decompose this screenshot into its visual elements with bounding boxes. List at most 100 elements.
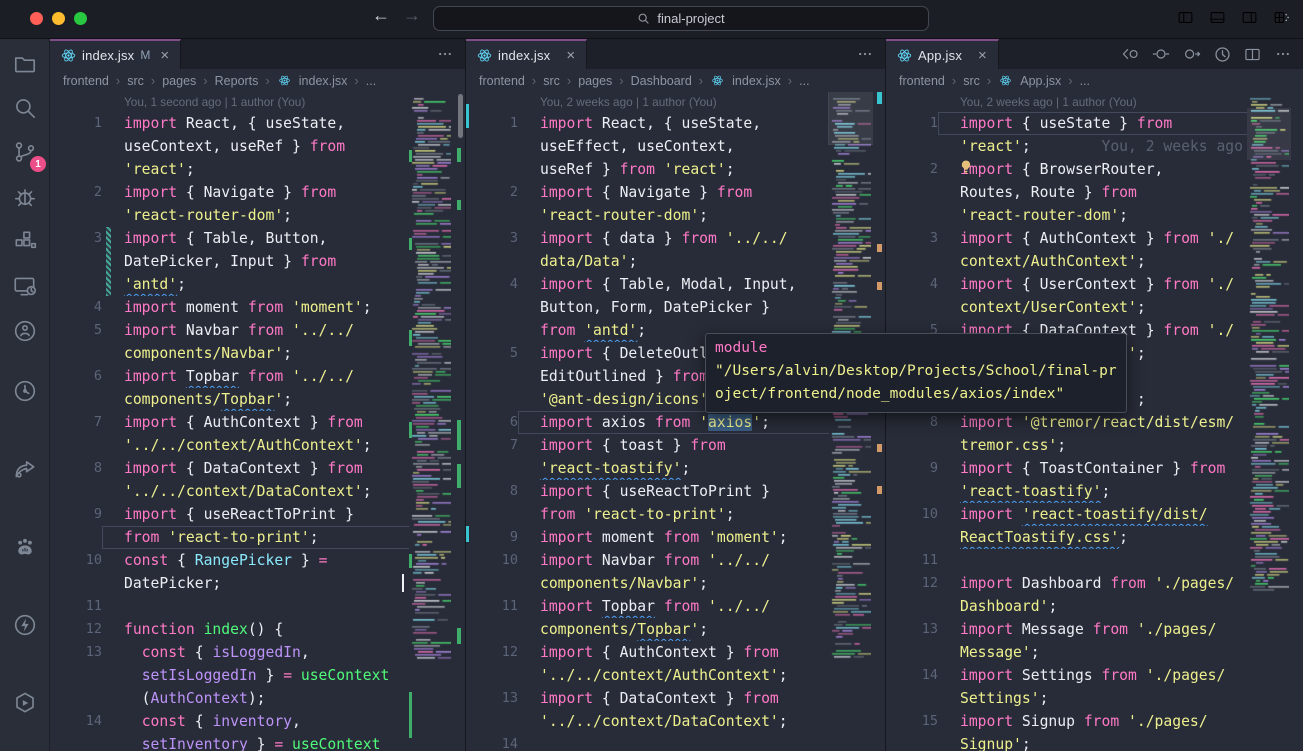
activity-extensions-icon[interactable] [12, 228, 38, 254]
more-actions-icon[interactable] [436, 46, 454, 62]
code-line: 11import Topbar from '../../ [466, 595, 885, 618]
minimap-slider[interactable] [1247, 108, 1291, 160]
more-actions-icon[interactable] [1274, 46, 1292, 62]
activity-hexagon-play-icon[interactable] [12, 690, 38, 716]
breadcrumb-item[interactable]: pages [578, 74, 612, 88]
code-line: 'react'; [50, 158, 465, 181]
back-icon[interactable]: ← [372, 5, 390, 26]
code-line: 2import { BrowserRouter, [886, 158, 1303, 181]
line-number [466, 158, 518, 181]
change-mark [409, 238, 412, 250]
explorer-icon [12, 51, 38, 77]
activity-remote-explorer-icon[interactable] [12, 273, 38, 299]
open-changes-icon[interactable] [1121, 46, 1139, 62]
toggle-secondary-sidebar-icon[interactable] [1241, 9, 1258, 26]
split-editor-icon[interactable] [1244, 46, 1261, 63]
breadcrumb-item[interactable]: index.jsx [299, 74, 348, 88]
activity-thunder-client-icon[interactable] [12, 612, 38, 638]
codelens[interactable]: You, 2 weeks ago | 1 author (You) [466, 92, 885, 112]
breadcrumb-item[interactable]: src [963, 74, 980, 88]
code-line: 14 [466, 733, 885, 751]
chevron-right-icon: › [116, 73, 120, 88]
activity-debug-icon[interactable] [12, 184, 38, 210]
breadcrumb-item[interactable]: ... [799, 74, 809, 88]
line-number [50, 250, 102, 273]
edge-mark [466, 104, 469, 128]
line-number: 12 [886, 572, 938, 595]
command-center-search[interactable]: final-project [433, 6, 929, 31]
activity-search-icon[interactable] [12, 95, 38, 121]
overview-ruler[interactable] [453, 92, 465, 751]
breadcrumb-item[interactable]: src [127, 74, 144, 88]
minimap-slider[interactable] [829, 92, 873, 144]
breadcrumb-item[interactable]: frontend [479, 74, 525, 88]
toggle-panel-icon[interactable] [1209, 9, 1226, 26]
overview-ruler[interactable] [873, 92, 885, 751]
line-number: 2 [886, 158, 938, 181]
close-icon[interactable]: × [566, 47, 575, 64]
code-editor[interactable]: You, 2 weeks ago | 1 author (You) 1impor… [466, 92, 885, 751]
gitlens-icon[interactable] [1214, 46, 1231, 63]
change-mark [457, 420, 461, 450]
minimap[interactable] [409, 92, 453, 751]
code-lines: 1import { useState } from'react'; You, 2… [886, 112, 1303, 751]
activity-source-control-icon[interactable]: 1 [12, 139, 38, 165]
toggle-primary-sidebar-icon[interactable] [1177, 9, 1194, 26]
forward-icon[interactable]: → [403, 5, 421, 26]
chevron-right-icon: › [699, 73, 703, 88]
code-line: 8import { useReactToPrint } [466, 480, 885, 503]
code-editor[interactable]: You, 1 second ago | 1 author (You) 1impo… [50, 92, 465, 751]
breadcrumb-item[interactable]: ... [1080, 74, 1090, 88]
live-share-icon [12, 318, 38, 344]
codelens[interactable]: You, 1 second ago | 1 author (You) [50, 92, 465, 112]
line-number [886, 641, 938, 664]
chevron-right-icon: › [265, 73, 269, 88]
code-line: components/Topbar'; [50, 388, 465, 411]
activity-insights-icon[interactable] [12, 378, 38, 404]
breadcrumb-item[interactable]: pages [162, 74, 196, 88]
line-number [886, 204, 938, 227]
breadcrumb-item[interactable]: frontend [63, 74, 109, 88]
zoom-window-button[interactable] [74, 12, 87, 25]
hover-tooltip: module "/Users/alvin/Desktop/Projects/Sc… [705, 333, 1127, 413]
line-number: 9 [466, 526, 518, 549]
scrollbar-thumb[interactable] [458, 94, 463, 138]
breadcrumb-item[interactable]: Reports [215, 74, 259, 88]
code-line: '../../context/DataContext'; [466, 710, 885, 733]
activity-share-icon[interactable] [12, 456, 38, 482]
codelens[interactable]: You, 2 weeks ago | 1 author (You) [886, 92, 1303, 112]
line-number [50, 434, 102, 457]
tab-index-jsx-reports[interactable]: index.jsx M × [50, 39, 181, 69]
tab-app-jsx[interactable]: App.jsx × [886, 39, 999, 69]
minimap[interactable] [1247, 92, 1291, 751]
breadcrumb-item[interactable]: Dashboard [631, 74, 692, 88]
close-window-button[interactable] [30, 12, 43, 25]
breadcrumb-item[interactable]: frontend [899, 74, 945, 88]
code-line: 10import Navbar from '../../ [466, 549, 885, 572]
code-editor[interactable]: You, 2 weeks ago | 1 author (You) 1impor… [886, 92, 1303, 751]
tab-index-jsx-dashboard[interactable]: index.jsx × [466, 39, 587, 69]
chevron-right-icon: › [788, 73, 792, 88]
customize-layout-icon[interactable] [1273, 9, 1290, 26]
breadcrumb-item[interactable]: ... [366, 74, 376, 88]
activity-live-share-icon[interactable] [12, 318, 38, 344]
breadcrumb-item[interactable]: src [543, 74, 560, 88]
minimap[interactable] [829, 92, 873, 751]
more-actions-icon[interactable] [856, 46, 874, 62]
activity-codium-paw-icon[interactable] [12, 534, 38, 560]
line-number: 10 [466, 549, 518, 572]
close-icon[interactable]: × [978, 47, 987, 64]
previous-change-icon[interactable] [1152, 46, 1170, 62]
overview-ruler[interactable] [1291, 92, 1303, 751]
debug-icon [12, 184, 38, 210]
close-icon[interactable]: × [160, 47, 169, 64]
breadcrumb-item[interactable]: index.jsx [732, 74, 781, 88]
next-change-icon[interactable] [1183, 46, 1201, 62]
lightbulb-icon[interactable] [958, 159, 974, 175]
tooltip-module-label: module [715, 337, 1117, 360]
line-number: 9 [50, 503, 102, 526]
minimize-window-button[interactable] [52, 12, 65, 25]
breadcrumb-item[interactable]: App.jsx [1020, 74, 1061, 88]
change-mark [409, 330, 412, 346]
activity-explorer-icon[interactable] [12, 51, 38, 77]
